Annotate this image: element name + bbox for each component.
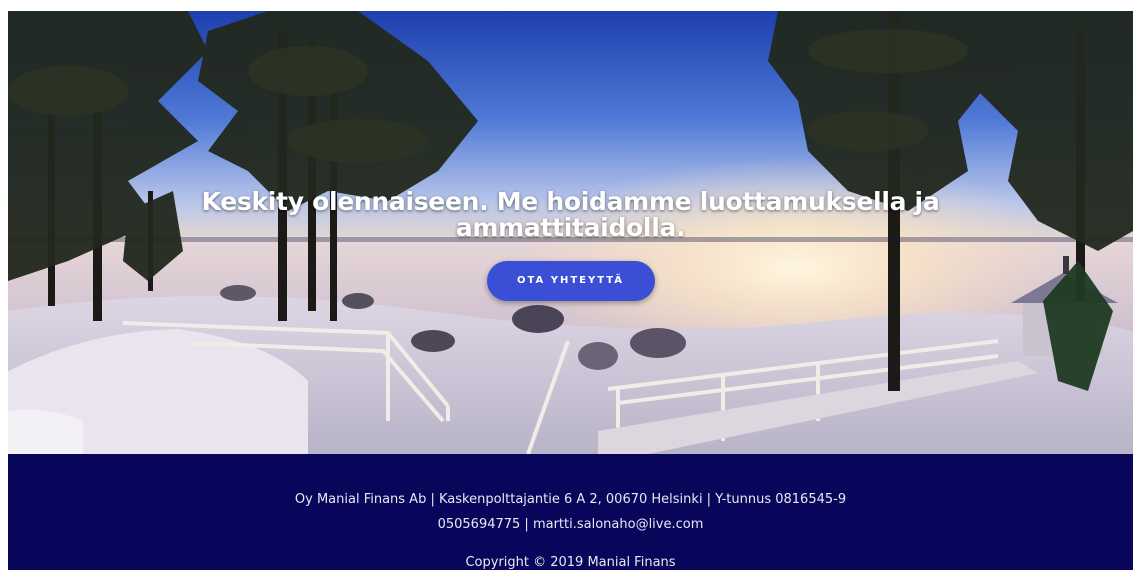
footer-contact-info: 0505694775 | martti.salonaho@live.com [437, 517, 704, 532]
hero-content: Keskity olennaiseen. Me hoidamme luottam… [8, 189, 1133, 301]
footer-copyright: Copyright © 2019 Manial Finans [465, 555, 676, 570]
page: Keskity olennaiseen. Me hoidamme luottam… [8, 11, 1133, 570]
footer-company-info: Oy Manial Finans Ab | Kaskenpolttajantie… [294, 492, 847, 507]
hero-section: Keskity olennaiseen. Me hoidamme luottam… [8, 11, 1133, 454]
contact-us-button[interactable]: OTA YHTEYTTÄ [486, 261, 655, 301]
hero-headline: Keskity olennaiseen. Me hoidamme luottam… [201, 187, 940, 242]
site-footer: Oy Manial Finans Ab | Kaskenpolttajantie… [8, 454, 1133, 570]
